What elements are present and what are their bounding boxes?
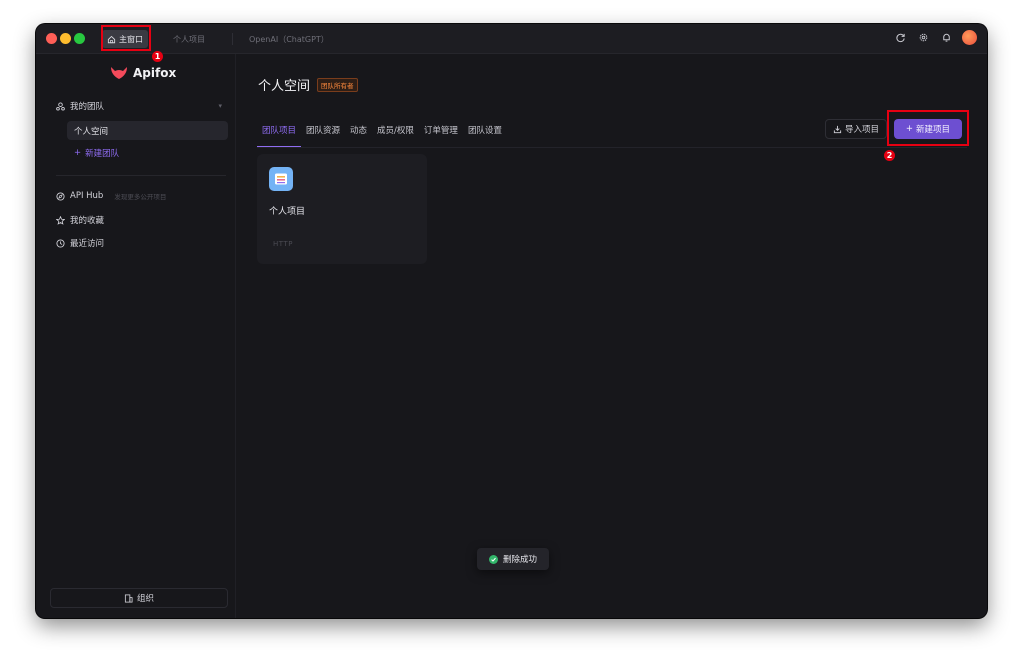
- success-toast: 删除成功: [477, 548, 549, 570]
- openai-tab-label: OpenAI（ChatGPT）: [249, 34, 329, 44]
- clock-icon: [56, 238, 65, 248]
- annotation-badge-1: 1: [152, 51, 163, 62]
- main-content: 个人空间 团队所有者 团队项目 团队资源 动态 成员/权限 订单管理 团队设置 …: [237, 54, 987, 618]
- sidebar-item-recent[interactable]: 最近访问: [56, 237, 104, 249]
- sidebar-item-label: 个人空间: [74, 126, 109, 137]
- sidebar-item-personal-space[interactable]: 个人空间: [67, 121, 228, 140]
- openai-tab[interactable]: OpenAI（ChatGPT）: [244, 29, 334, 49]
- app-logo-text: Apifox: [133, 66, 177, 80]
- project-type: HTTP: [273, 240, 293, 248]
- sidebar-item-api-hub[interactable]: API Hub 发现更多公开项目: [56, 191, 166, 201]
- api-hub-label: API Hub: [70, 191, 104, 201]
- organization-label: 组织: [136, 594, 154, 604]
- new-team-button[interactable]: + 新建团队: [74, 147, 119, 159]
- minimize-window-button[interactable]: [60, 33, 71, 44]
- maximize-window-button[interactable]: [74, 33, 85, 44]
- import-project-label: 导入项目: [844, 125, 879, 135]
- check-circle-icon: [488, 554, 498, 564]
- title-bar: 主窗口 个人项目 OpenAI（ChatGPT）: [36, 24, 987, 54]
- my-team-header[interactable]: 我的团队 ▾: [56, 100, 222, 112]
- app-window: 主窗口 个人项目 OpenAI（ChatGPT） Apifox 我的团队 ▾ 个…: [36, 24, 987, 618]
- annotation-badge-2: 2: [884, 150, 895, 161]
- project-icon: [269, 167, 293, 191]
- import-project-button[interactable]: 导入项目: [824, 119, 887, 139]
- plus-icon: +: [74, 148, 82, 158]
- sidebar: Apifox 我的团队 ▾ 个人空间 + 新建团队 API Hub 发现更多公开…: [36, 54, 236, 618]
- app-logo: Apifox: [110, 66, 176, 80]
- tab-activity[interactable]: 动态: [345, 124, 372, 140]
- gear-icon[interactable]: [916, 31, 930, 45]
- favorites-label: 我的收藏: [70, 216, 105, 226]
- new-team-label: 新建团队: [85, 149, 120, 159]
- compass-icon: [56, 191, 65, 201]
- sidebar-divider: [56, 175, 226, 176]
- import-icon: [833, 125, 842, 133]
- apifox-logo-icon: [111, 67, 127, 79]
- personal-project-tab-label: 个人项目: [173, 34, 205, 44]
- team-icon: [56, 101, 65, 111]
- avatar[interactable]: [962, 30, 977, 45]
- tab-team-resources[interactable]: 团队资源: [301, 124, 345, 140]
- bell-icon[interactable]: [939, 31, 953, 45]
- api-hub-subtitle: 发现更多公开项目: [114, 193, 167, 201]
- status-badge: 团队所有者: [317, 77, 358, 92]
- star-icon: [56, 215, 65, 225]
- chevron-down-icon[interactable]: ▾: [218, 102, 222, 110]
- close-window-button[interactable]: [46, 33, 57, 44]
- project-card[interactable]: 个人项目 HTTP: [257, 154, 427, 264]
- title-bar-actions: [893, 30, 977, 45]
- my-team-label: 我的团队: [70, 102, 105, 112]
- tabs-divider: [257, 147, 967, 148]
- refresh-icon[interactable]: [893, 31, 907, 45]
- page-title: 个人空间 团队所有者: [258, 75, 358, 94]
- project-name: 个人项目: [269, 207, 306, 217]
- annotation-box-1: [101, 25, 151, 51]
- team-tabs: 团队项目 团队资源 动态 成员/权限 订单管理 团队设置: [257, 124, 507, 148]
- tab-team-settings[interactable]: 团队设置: [463, 124, 507, 140]
- recent-label: 最近访问: [70, 239, 105, 249]
- toast-message: 删除成功: [502, 555, 537, 565]
- tab-team-projects[interactable]: 团队项目: [257, 124, 302, 148]
- personal-project-tab[interactable]: 个人项目: [168, 29, 210, 49]
- tab-divider: [232, 33, 233, 45]
- organization-button[interactable]: 组织: [50, 588, 228, 608]
- sidebar-item-favorites[interactable]: 我的收藏: [56, 214, 104, 226]
- building-icon: [124, 593, 133, 603]
- annotation-box-2: [887, 110, 969, 146]
- tab-members-permissions[interactable]: 成员/权限: [372, 124, 419, 140]
- page-title-text: 个人空间: [258, 79, 311, 94]
- tab-order-management[interactable]: 订单管理: [419, 124, 463, 140]
